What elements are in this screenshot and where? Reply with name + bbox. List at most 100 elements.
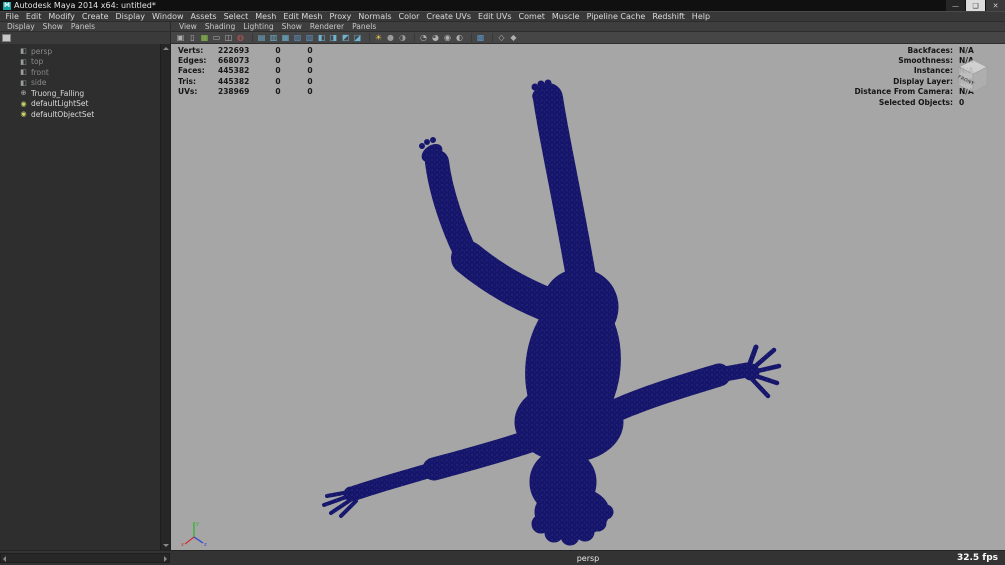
- hud-label: Smoothness:: [898, 56, 953, 65]
- menu-normals[interactable]: Normals: [355, 11, 395, 22]
- viewport-toolbar: ▣▯▦▭◫◍▤▥▦▧▨◧◨◩◪☀●◑◔◕◉◐▩◇◆: [171, 32, 1005, 44]
- outliner-menu-display[interactable]: Display: [3, 22, 39, 32]
- toolbar-separator: [488, 33, 493, 42]
- outliner-item-label: persp: [31, 47, 52, 56]
- menu-mesh[interactable]: Mesh: [252, 11, 280, 22]
- wireframe-icon[interactable]: ▤: [256, 32, 267, 43]
- set-icon: ◉: [19, 100, 28, 108]
- menu-modify[interactable]: Modify: [45, 11, 79, 22]
- bottom-bar: persp 32.5 fps: [0, 550, 1005, 565]
- exposure-icon[interactable]: ◐: [454, 32, 465, 43]
- menu-comet[interactable]: Comet: [515, 11, 548, 22]
- window-controls: —❑✕: [945, 0, 1005, 11]
- grid-icon[interactable]: ▦: [199, 32, 210, 43]
- outliner-filter-box[interactable]: [2, 34, 11, 42]
- screen-space-ao-icon[interactable]: ◑: [397, 32, 408, 43]
- menu-edit[interactable]: Edit: [22, 11, 45, 22]
- outliner-menu-show[interactable]: Show: [39, 22, 67, 32]
- menu-file[interactable]: File: [2, 11, 22, 22]
- outliner-item-label: side: [31, 78, 46, 87]
- hud-label: Verts:: [178, 46, 218, 55]
- xray-icon[interactable]: ◧: [316, 32, 327, 43]
- depth-of-field-icon[interactable]: ◉: [442, 32, 453, 43]
- maximize-button[interactable]: ❑: [966, 0, 985, 11]
- menu-create[interactable]: Create: [78, 11, 112, 22]
- menu-create-uvs[interactable]: Create UVs: [423, 11, 475, 22]
- outliner-menubar: DisplayShowPanels: [0, 22, 171, 31]
- hud-col3-value: 0: [294, 56, 326, 65]
- motion-blur-icon[interactable]: ◔: [418, 32, 429, 43]
- viewport-menu-lighting[interactable]: Lighting: [239, 22, 277, 32]
- window-title: Autodesk Maya 2014 x64: untitled*: [14, 1, 156, 10]
- viewport[interactable]: Verts:22269300Edges:66807300Faces:445382…: [171, 44, 1005, 550]
- viewport-menu-renderer[interactable]: Renderer: [306, 22, 348, 32]
- outliner-item-side[interactable]: ◧side: [0, 78, 160, 89]
- viewport-menu-show[interactable]: Show: [278, 22, 306, 32]
- hud-total-value: 238969: [218, 87, 262, 96]
- two-sided-lighting-icon[interactable]: ◩: [340, 32, 351, 43]
- hud-row: Tris:44538200: [178, 76, 326, 86]
- textured-icon[interactable]: ▦: [280, 32, 291, 43]
- outliner-item-top[interactable]: ◧top: [0, 57, 160, 68]
- multisample-aa-icon[interactable]: ◕: [430, 32, 441, 43]
- snapshot-icon[interactable]: ◇: [496, 32, 507, 43]
- toolbar-separator: [365, 33, 370, 42]
- viewcube[interactable]: FRONT: [953, 55, 993, 97]
- menu-display[interactable]: Display: [112, 11, 149, 22]
- menu-redshift[interactable]: Redshift: [649, 11, 688, 22]
- hud-col2-value: 0: [262, 46, 294, 55]
- camera-select-icon[interactable]: ▣: [175, 32, 186, 43]
- menu-select[interactable]: Select: [220, 11, 252, 22]
- outliner-item-defaultlightset[interactable]: ◉defaultLightSet: [0, 99, 160, 110]
- minimize-button[interactable]: —: [946, 0, 965, 11]
- menu-window[interactable]: Window: [149, 11, 188, 22]
- menu-color[interactable]: Color: [395, 11, 423, 22]
- outliner-item-label: defaultLightSet: [31, 99, 88, 108]
- hud-total-value: 445382: [218, 77, 262, 86]
- menu-muscle[interactable]: Muscle: [548, 11, 583, 22]
- menu-help[interactable]: Help: [688, 11, 713, 22]
- close-button[interactable]: ✕: [986, 0, 1005, 11]
- hud-col3-value: 0: [294, 46, 326, 55]
- use-all-lights-icon[interactable]: ☀: [373, 32, 384, 43]
- backface-culling-icon[interactable]: ◨: [328, 32, 339, 43]
- isolate-select-icon[interactable]: ▩: [475, 32, 486, 43]
- transform-icon: ⊕: [19, 89, 28, 97]
- hud-total-value: 222693: [218, 46, 262, 55]
- scroll-left-icon[interactable]: [3, 556, 6, 562]
- menu-edit-mesh[interactable]: Edit Mesh: [280, 11, 326, 22]
- menu-edit-uvs[interactable]: Edit UVs: [475, 11, 516, 22]
- scroll-up-icon[interactable]: [163, 47, 169, 50]
- menu-pipeline-cache[interactable]: Pipeline Cache: [583, 11, 649, 22]
- toolbar-separator: [248, 33, 253, 42]
- menu-proxy[interactable]: Proxy: [326, 11, 355, 22]
- use-default-material-icon[interactable]: ▧: [292, 32, 303, 43]
- outliner-horizontal-scrollbar[interactable]: [0, 553, 170, 563]
- plugin-settings-icon[interactable]: ◆: [508, 32, 519, 43]
- wireframe-on-shaded-icon[interactable]: ▨: [304, 32, 315, 43]
- outliner-item-persp[interactable]: ◧persp: [0, 46, 160, 57]
- camera-name-label: persp: [171, 554, 1005, 563]
- film-gate-icon[interactable]: ▭: [211, 32, 222, 43]
- fps-counter: 32.5 fps: [957, 553, 998, 563]
- outliner-toolbar: [0, 32, 171, 44]
- scroll-down-icon[interactable]: [163, 544, 169, 547]
- viewport-menu-panels[interactable]: Panels: [348, 22, 380, 32]
- gate-mask-icon[interactable]: ◍: [235, 32, 246, 43]
- viewport-menu-shading[interactable]: Shading: [201, 22, 239, 32]
- smooth-shade-icon[interactable]: ▥: [268, 32, 279, 43]
- outliner-item-truong-falling[interactable]: ⊕Truong_Falling: [0, 88, 160, 99]
- menu-assets[interactable]: Assets: [187, 11, 220, 22]
- shadows-icon[interactable]: ●: [385, 32, 396, 43]
- model-point-speckle: [171, 44, 1005, 550]
- scroll-right-icon[interactable]: [164, 556, 167, 562]
- resolution-gate-icon[interactable]: ◫: [223, 32, 234, 43]
- viewport-menu-view[interactable]: View: [175, 22, 201, 32]
- outliner-menu-panels[interactable]: Panels: [67, 22, 99, 32]
- flat-shade-icon[interactable]: ◪: [352, 32, 363, 43]
- outliner-item-defaultobjectset[interactable]: ◉defaultObjectSet: [0, 109, 160, 120]
- outliner-item-front[interactable]: ◧front: [0, 67, 160, 78]
- model-truong-falling[interactable]: [171, 44, 1005, 550]
- camera-lock-icon[interactable]: ▯: [187, 32, 198, 43]
- outliner-vertical-scrollbar[interactable]: [160, 44, 170, 550]
